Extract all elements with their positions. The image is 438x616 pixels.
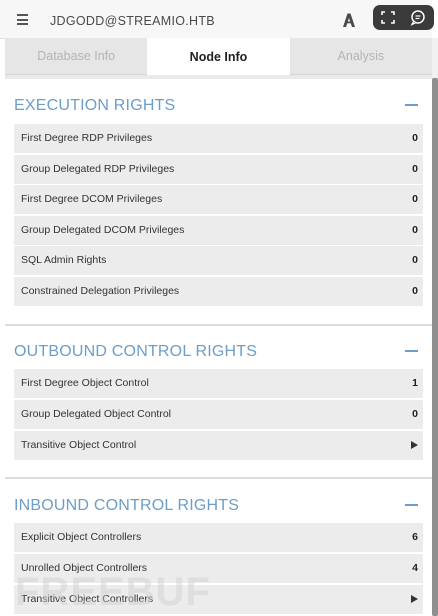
list-item[interactable]: Group Delegated DCOM Privileges 0 (14, 216, 423, 245)
tab-database-info[interactable]: Database Info (5, 38, 148, 75)
section-title-inbound-control-rights: INBOUND CONTROL RIGHTS (14, 497, 240, 514)
row-label: First Degree RDP Privileges (21, 132, 153, 144)
list-item[interactable]: First Degree RDP Privileges 0 (14, 124, 423, 153)
row-label: First Degree DCOM Privileges (21, 193, 163, 205)
tab-bar: Database Info Node Info Analysis (5, 38, 432, 75)
hamburger-menu-icon[interactable] (17, 14, 28, 25)
play-arrow-icon[interactable] (411, 441, 418, 449)
row-label: Transitive Object Control (21, 439, 137, 451)
list-item[interactable]: First Degree DCOM Privileges 0 (14, 185, 423, 214)
row-count: 0 (412, 285, 418, 297)
section-divider (5, 477, 432, 479)
bloodhound-logo-icon[interactable] (341, 12, 357, 28)
section-title-execution-rights: EXECUTION RIGHTS (14, 97, 176, 114)
row-label: Group Delegated DCOM Privileges (21, 224, 185, 236)
expand-icon[interactable] (377, 8, 399, 27)
row-label: Group Delegated RDP Privileges (21, 163, 175, 175)
row-label: Explicit Object Controllers (21, 531, 142, 543)
watermark-text: FREEBUF (15, 570, 211, 614)
scrollbar-thumb[interactable] (432, 78, 438, 616)
list-item[interactable]: Transitive Object Control (14, 431, 423, 460)
tab-analysis[interactable]: Analysis (289, 38, 432, 75)
row-count: 1 (412, 377, 418, 389)
row-count: 6 (412, 531, 418, 543)
freebuf-watermark-logo: FREEBUF (15, 570, 211, 614)
list-item[interactable]: Constrained Delegation Privileges 0 (14, 277, 423, 306)
bloodhound-node-info-panel: JDGODD@STREAMIO.HTB Database Info Node I… (0, 0, 438, 616)
node-info-content: EXECUTION RIGHTS First Degree RDP Privil… (5, 79, 432, 616)
row-label: First Degree Object Control (21, 377, 149, 389)
tab-node-info[interactable]: Node Info (147, 38, 290, 75)
section-title-outbound-control-rights: OUTBOUND CONTROL RIGHTS (14, 343, 258, 360)
list-item[interactable]: Group Delegated Object Control 0 (14, 400, 423, 429)
list-item[interactable]: SQL Admin Rights 0 (14, 246, 423, 275)
row-count: 4 (412, 562, 418, 574)
collapse-outbound-button[interactable] (405, 350, 418, 352)
overlay-controls (373, 5, 434, 30)
row-label: Constrained Delegation Privileges (21, 285, 180, 297)
node-name: JDGODD@STREAMIO.HTB (50, 14, 215, 28)
row-label: Group Delegated Object Control (21, 408, 171, 420)
section-divider (5, 324, 432, 326)
row-count: 0 (412, 408, 418, 420)
row-count: 0 (412, 254, 418, 266)
row-count: 0 (412, 224, 418, 236)
collapse-inbound-button[interactable] (405, 504, 418, 506)
play-arrow-icon[interactable] (411, 595, 418, 603)
row-label: SQL Admin Rights (21, 254, 107, 266)
node-header: JDGODD@STREAMIO.HTB (0, 0, 432, 39)
chat-icon[interactable] (407, 8, 429, 27)
list-item[interactable]: Group Delegated RDP Privileges 0 (14, 155, 423, 184)
row-count: 0 (412, 163, 418, 175)
row-count: 0 (412, 193, 418, 205)
row-count: 0 (412, 132, 418, 144)
list-item[interactable]: First Degree Object Control 1 (14, 369, 423, 398)
list-item[interactable]: Explicit Object Controllers 6 (14, 523, 423, 552)
collapse-execution-button[interactable] (405, 104, 418, 106)
